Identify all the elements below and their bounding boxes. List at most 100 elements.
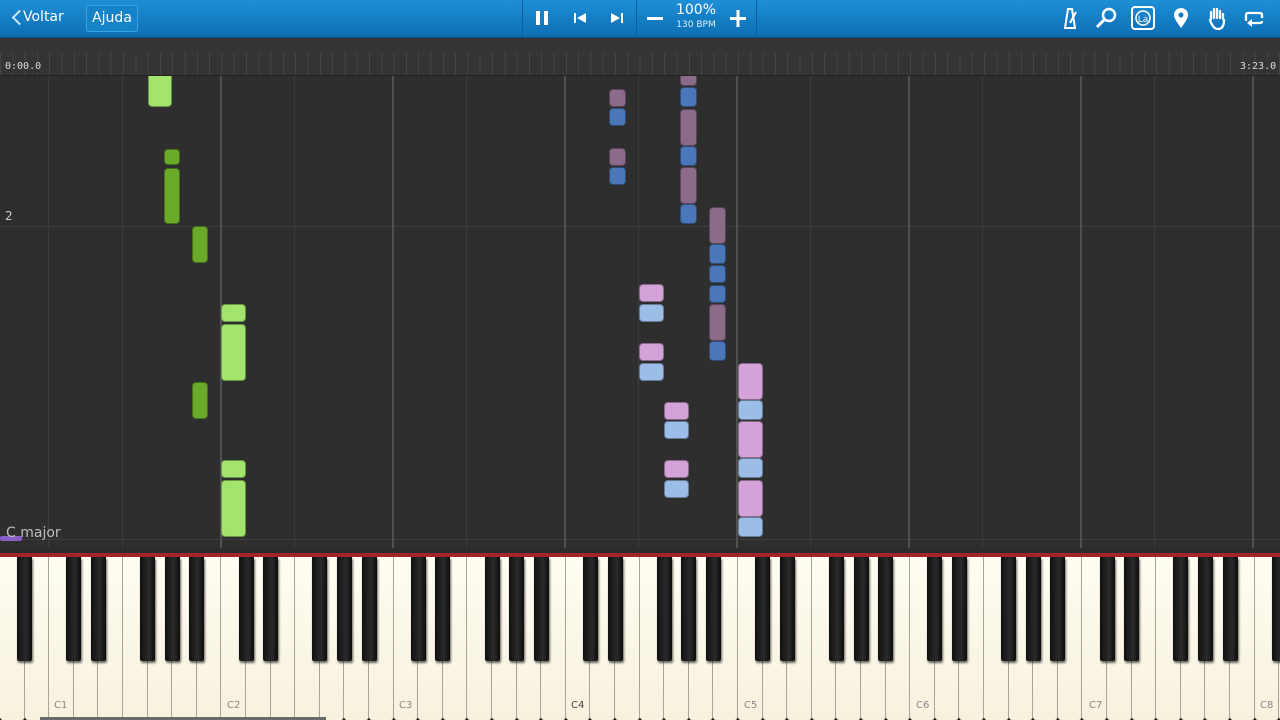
- previous-icon[interactable]: [568, 7, 592, 29]
- black-key[interactable]: [1222, 557, 1238, 661]
- marker-icon[interactable]: [1169, 6, 1193, 28]
- black-key[interactable]: [1173, 557, 1189, 661]
- octave-label: C2: [227, 700, 241, 711]
- note-bar: [680, 87, 697, 107]
- toolbar-divider: [636, 0, 637, 37]
- measure-line: [0, 539, 1280, 540]
- note-bar: [709, 341, 726, 361]
- black-key[interactable]: [312, 557, 328, 661]
- note-bar: [664, 480, 689, 498]
- note-bar: [148, 76, 172, 107]
- black-key[interactable]: [90, 557, 106, 661]
- tempo-percent: 100%: [675, 2, 717, 18]
- next-icon[interactable]: [605, 7, 629, 29]
- octave-line: [564, 76, 566, 548]
- octave-line: [1252, 76, 1254, 548]
- black-key[interactable]: [681, 557, 697, 661]
- black-key[interactable]: [927, 557, 943, 661]
- black-key[interactable]: [951, 557, 967, 661]
- grid-line: [810, 76, 811, 548]
- black-key[interactable]: [66, 557, 82, 661]
- black-key[interactable]: [1271, 557, 1280, 661]
- grid-line: [294, 76, 295, 548]
- black-key[interactable]: [582, 557, 598, 661]
- octave-line: [908, 76, 910, 548]
- start-time: 0:00.0: [3, 61, 44, 72]
- note-bar: [680, 204, 697, 224]
- measure-number: 2: [5, 209, 13, 223]
- search-icon[interactable]: [1094, 6, 1118, 29]
- note-bar: [664, 402, 689, 420]
- help-button[interactable]: Ajuda: [86, 5, 138, 32]
- note-bar: [709, 207, 726, 244]
- octave-label: C7: [1089, 700, 1103, 711]
- black-key[interactable]: [336, 557, 352, 661]
- black-key[interactable]: [164, 557, 180, 661]
- black-key[interactable]: [140, 557, 156, 661]
- note-bar: [664, 421, 689, 439]
- black-key[interactable]: [1050, 557, 1066, 661]
- black-key[interactable]: [410, 557, 426, 661]
- note-bar: [738, 363, 763, 400]
- black-key[interactable]: [878, 557, 894, 661]
- black-key[interactable]: [1025, 557, 1041, 661]
- note-bar: [680, 167, 697, 204]
- toolbar-divider: [756, 0, 757, 37]
- black-key[interactable]: [1001, 557, 1017, 661]
- black-key[interactable]: [435, 557, 451, 661]
- note-bar: [664, 460, 689, 478]
- octave-label: C1: [54, 700, 68, 711]
- note-bar: [639, 304, 664, 322]
- note-bar: [609, 108, 626, 126]
- black-key[interactable]: [1124, 557, 1140, 661]
- black-key[interactable]: [607, 557, 623, 661]
- note-bar: [639, 363, 664, 381]
- toolbar-divider: [522, 0, 523, 37]
- black-key[interactable]: [853, 557, 869, 661]
- black-key[interactable]: [361, 557, 377, 661]
- end-time: 3:23.0: [1238, 61, 1279, 72]
- note-bar: [221, 480, 246, 537]
- timeline-ruler: [0, 53, 1280, 75]
- loop-icon[interactable]: [1240, 6, 1268, 28]
- octave-label: C8: [1260, 700, 1274, 711]
- octave-label: C3: [399, 700, 413, 711]
- black-key[interactable]: [1197, 557, 1213, 661]
- plus-icon[interactable]: [726, 7, 750, 29]
- black-key[interactable]: [17, 557, 33, 661]
- timeline-scrubber[interactable]: 0:00.0 3:23.0: [0, 38, 1280, 76]
- note-bar: [639, 343, 664, 361]
- grid-line: [466, 76, 467, 548]
- back-button[interactable]: Voltar: [8, 5, 73, 30]
- octave-line: [736, 76, 738, 548]
- black-key[interactable]: [238, 557, 254, 661]
- black-key[interactable]: [509, 557, 525, 661]
- grid-line: [122, 76, 123, 548]
- note-label-icon[interactable]: La: [1131, 6, 1155, 30]
- note-bar: [738, 421, 763, 458]
- note-bar: [738, 480, 763, 517]
- octave-label: C6: [916, 700, 930, 711]
- hand-icon[interactable]: [1205, 6, 1229, 31]
- octave-line: [392, 76, 394, 548]
- tempo-bpm: 130 BPM: [676, 20, 716, 30]
- piano-keyboard[interactable]: C1 C2 C3 C4 C5 C6 C7 C8: [0, 553, 1280, 720]
- black-key[interactable]: [828, 557, 844, 661]
- octave-line: [1080, 76, 1082, 548]
- black-key[interactable]: [779, 557, 795, 661]
- pause-icon[interactable]: [530, 7, 554, 29]
- black-key[interactable]: [533, 557, 549, 661]
- black-key[interactable]: [656, 557, 672, 661]
- black-key[interactable]: [484, 557, 500, 661]
- black-key[interactable]: [755, 557, 771, 661]
- black-key[interactable]: [189, 557, 205, 661]
- note-bar: [709, 304, 726, 341]
- metronome-icon[interactable]: [1058, 6, 1082, 29]
- note-bar: [680, 109, 697, 146]
- black-key[interactable]: [1099, 557, 1115, 661]
- black-key[interactable]: [263, 557, 279, 661]
- black-key[interactable]: [705, 557, 721, 661]
- note-bar: [709, 244, 726, 264]
- note-bar: [221, 324, 246, 381]
- minus-icon[interactable]: [643, 7, 667, 29]
